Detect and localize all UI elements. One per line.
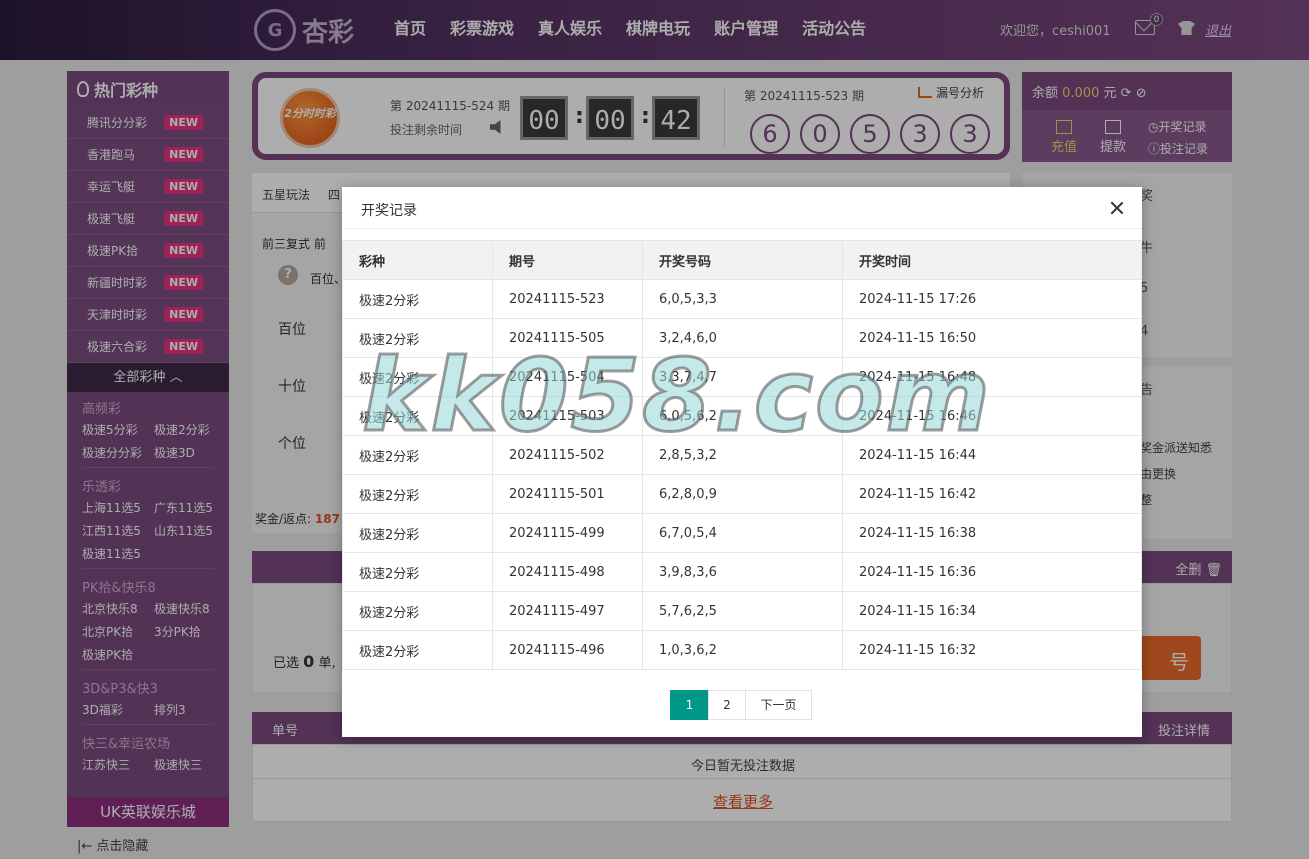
issue-cell: 20241115-496	[492, 630, 643, 670]
table-row: 极速2分彩 20241115-501 6,2,8,0,9 2024-11-15 16:…	[342, 474, 1142, 514]
issue-cell: 20241115-501	[492, 474, 643, 514]
lottery-name-cell: 极速2分彩	[342, 552, 493, 592]
table-row: 极速2分彩 20241115-523 6,0,5,3,3 2024-11-15 17:…	[342, 279, 1142, 319]
table-row: 极速2分彩 20241115-504 3,3,7,4,7 2024-11-15 16:…	[342, 357, 1142, 397]
numbers-cell: 3,3,7,4,7	[642, 357, 843, 397]
lottery-name-cell: 极速2分彩	[342, 357, 493, 397]
issue-cell: 20241115-523	[492, 279, 643, 319]
table-row: 极速2分彩 20241115-503 6,0,5,6,2 2024-11-15 16:…	[342, 396, 1142, 436]
issue-cell: 20241115-499	[492, 513, 643, 553]
numbers-cell: 6,0,5,3,3	[642, 279, 843, 319]
numbers-cell: 3,2,4,6,0	[642, 318, 843, 358]
lottery-name-cell: 极速2分彩	[342, 435, 493, 475]
column-header: 开奖时间	[842, 240, 1142, 280]
close-icon[interactable]	[1110, 201, 1124, 215]
column-header: 开奖号码	[642, 240, 843, 280]
table-header-row: 彩种 期号 开奖号码 开奖时间	[342, 240, 1142, 280]
column-header: 彩种	[342, 240, 493, 280]
issue-cell: 20241115-498	[492, 552, 643, 592]
draw-time-cell: 2024-11-15 16:44	[842, 435, 1142, 475]
lottery-name-cell: 极速2分彩	[342, 591, 493, 631]
table-row: 极速2分彩 20241115-498 3,9,8,3,6 2024-11-15 16:…	[342, 552, 1142, 592]
numbers-cell: 3,9,8,3,6	[642, 552, 843, 592]
draw-time-cell: 2024-11-15 16:48	[842, 357, 1142, 397]
pagination: 1 2 下一页	[670, 690, 812, 720]
draw-history-table: 彩种 期号 开奖号码 开奖时间 极速2分彩 20241115-523 6,0,5,3…	[342, 240, 1142, 670]
numbers-cell: 6,7,0,5,4	[642, 513, 843, 553]
draw-time-cell: 2024-11-15 16:50	[842, 318, 1142, 358]
lottery-name-cell: 极速2分彩	[342, 630, 493, 670]
numbers-cell: 2,8,5,3,2	[642, 435, 843, 475]
table-row: 极速2分彩 20241115-505 3,2,4,6,0 2024-11-15 16:…	[342, 318, 1142, 358]
column-header: 期号	[492, 240, 643, 280]
draw-time-cell: 2024-11-15 16:42	[842, 474, 1142, 514]
numbers-cell: 1,0,3,6,2	[642, 630, 843, 670]
draw-time-cell: 2024-11-15 16:32	[842, 630, 1142, 670]
issue-cell: 20241115-497	[492, 591, 643, 631]
page-button[interactable]: 2	[708, 690, 746, 720]
issue-cell: 20241115-504	[492, 357, 643, 397]
numbers-cell: 6,0,5,6,2	[642, 396, 843, 436]
draw-time-cell: 2024-11-15 16:34	[842, 591, 1142, 631]
issue-cell: 20241115-505	[492, 318, 643, 358]
issue-cell: 20241115-502	[492, 435, 643, 475]
draw-time-cell: 2024-11-15 16:46	[842, 396, 1142, 436]
table-row: 极速2分彩 20241115-496 1,0,3,6,2 2024-11-15 16:…	[342, 630, 1142, 670]
modal-title: 开奖记录	[342, 187, 1142, 229]
draw-time-cell: 2024-11-15 17:26	[842, 279, 1142, 319]
table-row: 极速2分彩 20241115-497 5,7,6,2,5 2024-11-15 16:…	[342, 591, 1142, 631]
lottery-name-cell: 极速2分彩	[342, 513, 493, 553]
issue-cell: 20241115-503	[492, 396, 643, 436]
lottery-name-cell: 极速2分彩	[342, 474, 493, 514]
table-row: 极速2分彩 20241115-499 6,7,0,5,4 2024-11-15 16:…	[342, 513, 1142, 553]
lottery-name-cell: 极速2分彩	[342, 279, 493, 319]
page-button[interactable]: 1	[670, 690, 709, 720]
next-page-button[interactable]: 下一页	[745, 690, 812, 720]
lottery-name-cell: 极速2分彩	[342, 396, 493, 436]
lottery-name-cell: 极速2分彩	[342, 318, 493, 358]
draw-time-cell: 2024-11-15 16:38	[842, 513, 1142, 553]
draw-time-cell: 2024-11-15 16:36	[842, 552, 1142, 592]
numbers-cell: 5,7,6,2,5	[642, 591, 843, 631]
draw-history-modal: 开奖记录 彩种 期号 开奖号码 开奖时间 极速2分彩 20241115-523 6,…	[342, 187, 1142, 737]
table-row: 极速2分彩 20241115-502 2,8,5,3,2 2024-11-15 16:…	[342, 435, 1142, 475]
numbers-cell: 6,2,8,0,9	[642, 474, 843, 514]
